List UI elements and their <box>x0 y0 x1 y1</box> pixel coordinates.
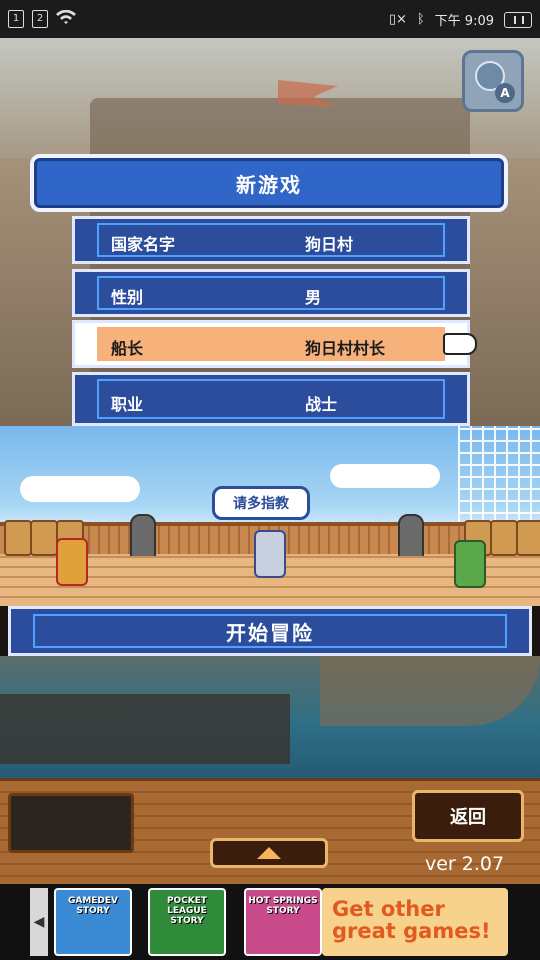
character-green-sailor <box>454 540 486 588</box>
back-button[interactable]: 返回 <box>412 790 524 842</box>
row-label: 职业 <box>111 395 144 414</box>
info-slot <box>8 793 134 853</box>
status-time: 下午 9:09 <box>434 14 494 29</box>
start-adventure-label: 开始冒险 <box>226 620 314 645</box>
character-red-warrior <box>56 538 88 586</box>
arrow-up-icon <box>257 847 281 859</box>
sim1-icon: 1 <box>8 10 24 28</box>
speech-bubble: 请多指教 <box>212 486 310 520</box>
menu-row-captain[interactable]: 船长 狗日村村长 <box>72 320 470 368</box>
new-game-title: 新游戏 <box>30 154 508 212</box>
row-value: 战士 <box>305 395 338 414</box>
character-knight-captain <box>254 530 286 578</box>
letter-a-icon: A <box>495 83 515 103</box>
start-adventure-button[interactable]: 开始冒险 <box>8 606 532 656</box>
version-label: ver 2.07 <box>425 853 505 875</box>
pointing-hand-icon <box>443 333 477 355</box>
row-label: 国家名字 <box>111 235 176 254</box>
ad-cta[interactable]: Get other great games! <box>322 888 508 956</box>
scroll-up-button[interactable] <box>210 838 328 868</box>
menu-row-job[interactable]: 职业 战士 <box>72 372 470 426</box>
ad-banner[interactable]: ◀ GAMEDEV STORY POCKET LEAGUE STORY HOT … <box>0 884 540 960</box>
translate-button[interactable]: A <box>462 50 524 112</box>
bluetooth-icon: ᛒ <box>416 12 425 27</box>
ad-game-gamedev[interactable]: GAMEDEV STORY <box>54 888 132 956</box>
menu-row-gender[interactable]: 性别 男 <box>72 269 470 317</box>
wifi-icon <box>56 9 76 30</box>
rope-ladder <box>458 426 540 526</box>
menu-row-country-name[interactable]: 国家名字 狗日村 <box>72 216 470 264</box>
chevron-left-icon[interactable]: ◀ <box>30 888 48 956</box>
sim2-icon: 2 <box>32 10 48 28</box>
ad-game-pocket-league[interactable]: POCKET LEAGUE STORY <box>148 888 226 956</box>
row-label: 船长 <box>111 339 144 358</box>
row-value: 狗日村村长 <box>305 339 386 358</box>
battery-icon <box>504 11 532 28</box>
row-label: 性别 <box>111 288 144 307</box>
row-value: 狗日村 <box>305 235 354 254</box>
status-bar: 1 2 ▯× ᛒ 下午 9:09 <box>0 0 540 38</box>
row-value: 男 <box>305 288 322 307</box>
game-background-bottom <box>0 656 540 778</box>
ad-game-hot-springs[interactable]: HOT SPRINGS STORY <box>244 888 322 956</box>
vibrate-icon: ▯× <box>388 12 407 27</box>
